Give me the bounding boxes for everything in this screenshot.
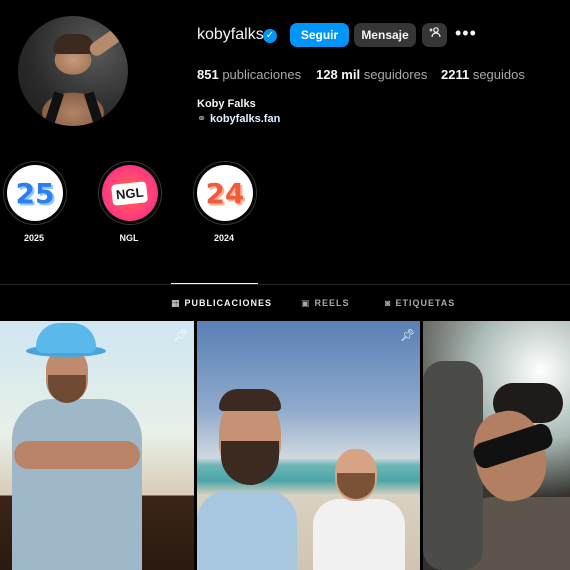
avatar-arm [87,27,123,59]
stat-followers[interactable]: 128 mil seguidores [316,67,427,82]
avatar-tank-strap-right [84,91,106,126]
follow-button[interactable]: Seguir [290,23,349,47]
followers-label: seguidores [363,67,428,82]
grid-icon: ▦ [171,298,181,308]
profile-avatar[interactable] [18,16,128,126]
profile-username: kobyfalks [197,26,264,43]
posts-count: 851 [197,67,219,82]
message-button[interactable]: Mensaje [354,23,416,47]
post1-arms [14,441,140,469]
add-user-icon-svg [429,27,441,38]
tab-label: PUBLICACIONES [184,298,273,308]
profile-link[interactable]: ⚭ kobyfalks.fan [197,112,280,125]
highlight-ngl[interactable]: NGL [98,161,162,225]
post-tile[interactable] [423,321,570,570]
add-user-icon[interactable] [422,23,447,47]
avatar-hair [53,34,95,54]
highlight-2025[interactable]: 25 [3,161,67,225]
more-dots-icon[interactable]: ••• [455,23,476,47]
post1-shirt [12,399,142,570]
tab-publicaciones[interactable]: ▦ PUBLICACIONES [171,298,272,309]
highlight-2024-art: 24 [197,165,253,221]
highlight-label: 2025 [23,233,45,243]
reels-icon: ▣ [301,298,311,308]
profile-link-text: kobyfalks.fan [210,113,281,125]
pin-icon: 📌︎ [173,328,189,342]
post2-person1-beard [221,441,279,485]
followers-count: 128 mil [316,67,361,82]
post-tile[interactable] [197,321,420,570]
tab-label: REELS [314,298,350,308]
posts-label: publicaciones [222,67,302,82]
tab-label: ETIQUETAS [395,298,456,308]
verified-check-icon: ✓ [263,29,277,43]
following-label: seguidos [472,67,525,82]
post-tile[interactable] [0,321,194,570]
highlight-ngl-art: NGL [102,165,158,221]
link-icon: ⚭ [197,113,207,125]
post2-person1-shirt [197,491,297,570]
tab-etiquetas[interactable]: ◙ ETIQUETAS [385,298,455,308]
highlight-2024[interactable]: 24 [193,161,257,225]
highlight-2025-art: 25 [7,165,63,221]
active-tab-indicator [171,283,258,284]
avatar-tank-strap-left [42,91,64,126]
tab-reels[interactable]: ▣ REELS [301,298,350,309]
profile-full-name: Koby Falks [197,98,256,110]
pin-icon: 📌︎ [400,328,416,342]
stat-posts[interactable]: 851 publicaciones [197,67,301,82]
highlight-label: NGL [119,233,139,243]
following-count: 2211 [441,67,470,82]
post3-tattooed-arm [423,361,483,570]
tagged-icon: ◙ [385,298,392,308]
tabs-divider [0,284,570,285]
highlight-ngl-art-text: NGL [111,180,149,206]
post2-person1-hair [219,389,281,411]
post1-bucket-hat [36,323,96,353]
highlight-label: 2024 [213,233,235,243]
post2-person2-shirt [313,499,405,570]
stat-following[interactable]: 2211 seguidos [441,67,525,82]
